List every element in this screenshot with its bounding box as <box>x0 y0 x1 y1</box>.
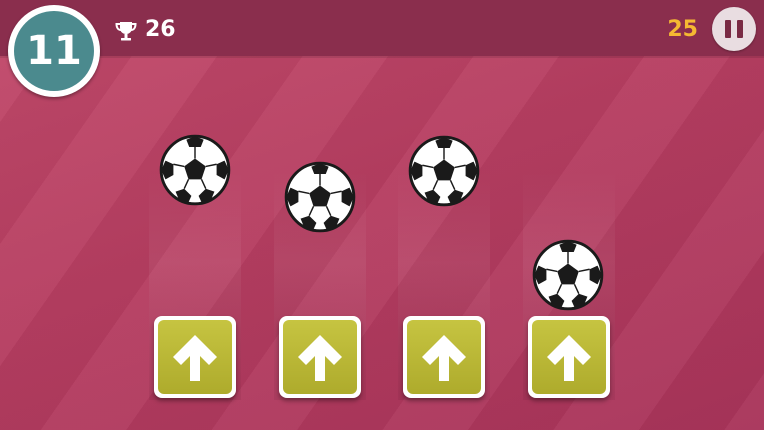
lane-1-up-button[interactable] <box>154 316 236 398</box>
pause-icon <box>737 20 743 38</box>
best-score: 26 <box>145 17 176 42</box>
level-badge: 11 <box>8 5 100 97</box>
arrow-button-face <box>407 320 481 394</box>
arrow-button-face <box>283 320 357 394</box>
arrow-button-face <box>532 320 606 394</box>
soccer-ball-icon <box>408 135 480 207</box>
lane-4-up-button[interactable] <box>528 316 610 398</box>
soccer-ball-icon <box>159 134 231 206</box>
background-stripes <box>0 0 764 430</box>
level-number: 11 <box>14 11 94 91</box>
arrow-up-icon <box>298 335 342 381</box>
arrow-up-icon <box>173 335 217 381</box>
soccer-ball-icon <box>532 239 604 311</box>
arrow-up-icon <box>547 335 591 381</box>
soccer-ball-icon <box>284 161 356 233</box>
lane-2-up-button[interactable] <box>279 316 361 398</box>
arrow-up-icon <box>422 335 466 381</box>
current-score: 25 <box>667 17 698 42</box>
trophy-icon <box>115 22 137 41</box>
arrow-button-face <box>158 320 232 394</box>
lane-3-up-button[interactable] <box>403 316 485 398</box>
pause-button[interactable] <box>712 7 756 51</box>
pause-icon <box>725 20 731 38</box>
